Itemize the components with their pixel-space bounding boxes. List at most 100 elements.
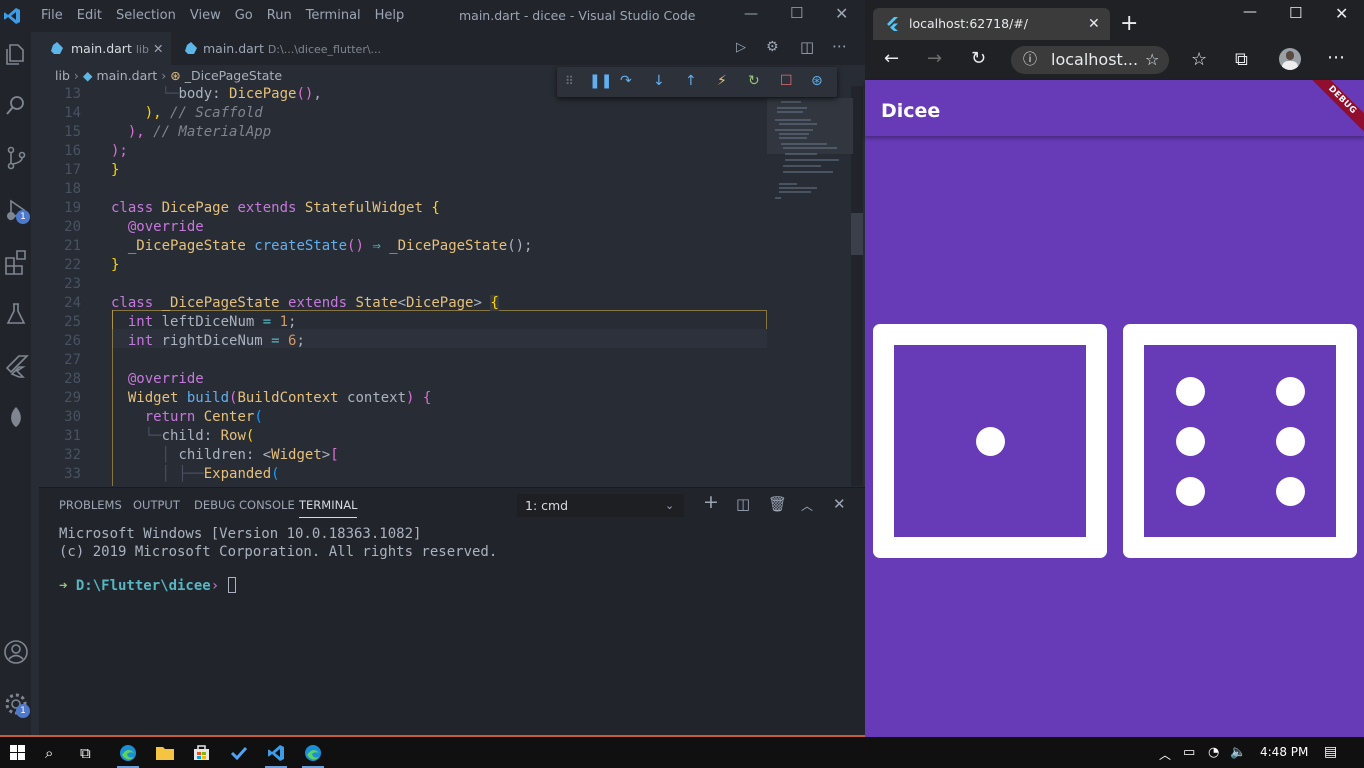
clock-time[interactable]: 4:48 PM — [1260, 745, 1308, 759]
tab-main-dart-flutter[interactable]: main.dart D:\...\dicee_flutter\... — [171, 32, 397, 65]
refresh-icon[interactable]: ↻ — [971, 48, 986, 69]
browser-tab[interactable]: localhost:62718/#/ ✕ — [873, 8, 1110, 40]
notifications-icon[interactable]: ▤ — [1324, 744, 1337, 760]
line-number: 23 — [64, 276, 81, 292]
line-number: 29 — [64, 390, 81, 406]
taskbar-search-icon[interactable]: ⌕ — [45, 744, 53, 762]
tab-problems[interactable]: PROBLEMS — [59, 498, 122, 512]
run-debug-gear-icon[interactable]: ⚙ — [766, 39, 779, 55]
extensions-icon[interactable] — [3, 249, 29, 275]
browser-close-button[interactable]: ✕ — [1335, 4, 1348, 23]
flutter-icon[interactable] — [3, 353, 29, 379]
wifi-icon[interactable]: ◔ — [1208, 745, 1219, 760]
file-explorer-icon[interactable] — [156, 745, 174, 760]
todo-icon[interactable] — [230, 744, 248, 762]
step-out-icon[interactable]: ↑ — [685, 73, 697, 89]
new-tab-icon[interactable]: + — [1120, 11, 1138, 36]
hot-reload-icon[interactable]: ⚡ — [717, 73, 727, 89]
favorites-icon[interactable]: ☆ — [1191, 49, 1207, 70]
browser-maximize-button[interactable]: ☐ — [1289, 4, 1302, 22]
windows-start-icon[interactable] — [10, 745, 25, 760]
source-control-icon[interactable] — [3, 145, 29, 171]
collections-icon[interactable]: ⧉ — [1235, 49, 1248, 70]
tab-debug-console[interactable]: DEBUG CONSOLE — [194, 498, 295, 512]
terminal-select-value: 1: cmd — [525, 498, 569, 513]
volume-icon[interactable]: 🔈 — [1230, 745, 1246, 760]
prompt-chevron-icon: › — [210, 578, 228, 594]
new-terminal-icon[interactable]: + — [703, 491, 719, 513]
code-line-22: } — [111, 257, 120, 273]
code-line-24: class _DicePageState extends State<DiceP… — [111, 295, 499, 311]
split-editor-icon[interactable]: ◫ — [800, 38, 814, 56]
forward-icon[interactable]: → — [927, 48, 942, 69]
menu-help[interactable]: Help — [368, 8, 412, 23]
menu-go[interactable]: Go — [228, 8, 260, 23]
menu-run[interactable]: Run — [260, 8, 299, 23]
store-icon[interactable] — [193, 744, 210, 761]
breadcrumb-symbol[interactable]: _DicePageState — [185, 68, 282, 83]
menu-selection[interactable]: Selection — [109, 8, 183, 23]
left-dice-button[interactable] — [873, 324, 1107, 558]
edge-beta-taskbar-icon[interactable] — [304, 744, 322, 762]
browser-minimize-button[interactable]: — — [1243, 4, 1257, 20]
split-terminal-icon[interactable]: ◫ — [736, 495, 750, 513]
menu-edit[interactable]: Edit — [70, 8, 109, 23]
terminal-output[interactable]: Microsoft Windows [Version 10.0.18363.10… — [59, 526, 497, 596]
vscode-logo-icon — [4, 8, 20, 24]
settings-more-icon[interactable]: ⋯ — [1327, 47, 1345, 68]
menu-view[interactable]: View — [183, 8, 228, 23]
show-hidden-icons-chevron-icon[interactable]: ︿ — [1159, 746, 1171, 763]
close-panel-icon[interactable]: ✕ — [833, 495, 846, 513]
vscode-taskbar-icon[interactable] — [267, 744, 285, 762]
breadcrumb-folder[interactable]: lib — [55, 68, 70, 83]
terminal-select[interactable]: 1: cmd ⌄ — [517, 494, 684, 517]
dice-pip — [1275, 476, 1305, 506]
search-icon[interactable] — [3, 93, 29, 119]
minimize-button[interactable]: — — [744, 6, 758, 22]
flutter-favicon-icon — [887, 17, 898, 31]
tab-output[interactable]: OUTPUT — [133, 498, 180, 512]
scrollbar-thumb[interactable] — [851, 213, 863, 255]
menu-terminal[interactable]: Terminal — [299, 8, 368, 23]
maximize-panel-chevron-up-icon[interactable]: ︿ — [801, 497, 813, 514]
dice-pip — [1175, 426, 1205, 456]
profile-avatar[interactable] — [1279, 48, 1301, 70]
address-bar[interactable]: ⓘ localhost... ☆ — [1011, 46, 1169, 74]
close-button[interactable]: ✕ — [835, 4, 848, 23]
tab-terminal[interactable]: TERMINAL — [299, 498, 358, 518]
edge-taskbar-icon[interactable] — [119, 744, 137, 762]
step-over-icon[interactable]: ↷ — [620, 73, 632, 89]
tab-close-icon[interactable]: ✕ — [1088, 8, 1100, 40]
testing-flask-icon[interactable] — [3, 301, 29, 327]
back-icon[interactable]: ← — [884, 48, 899, 69]
minimap[interactable] — [767, 98, 853, 206]
menu-file[interactable]: File — [34, 8, 70, 23]
kill-terminal-trash-icon[interactable]: 🗑 — [768, 495, 787, 513]
step-into-icon[interactable]: ↓ — [653, 73, 665, 89]
code-editor[interactable]: 13 14 15 16 17 18 19 20 21 22 23 24 25 26 27 28 29 30 31 32… — [39, 86, 865, 486]
site-info-icon[interactable]: ⓘ — [1023, 46, 1037, 74]
run-file-icon[interactable]: ▷ — [736, 40, 746, 55]
stop-icon[interactable]: ☐ — [780, 73, 793, 89]
breadcrumb-file[interactable]: main.dart — [96, 68, 157, 83]
battery-icon[interactable]: ▭ — [1183, 745, 1195, 760]
drag-handle-icon[interactable]: ⠿ — [565, 74, 574, 88]
code-line-25: int leftDiceNum = 1; — [127, 314, 297, 330]
devtools-icon[interactable]: ⊛ — [811, 73, 823, 89]
more-actions-icon[interactable]: ⋯ — [832, 37, 847, 55]
accounts-icon[interactable] — [3, 639, 29, 665]
favorite-star-icon[interactable]: ☆ — [1145, 46, 1159, 74]
code-line-19: class DicePage extends StatefulWidget { — [111, 200, 440, 216]
pause-icon[interactable]: ❚❚ — [589, 73, 612, 89]
tab-close-icon[interactable]: ✕ — [153, 32, 163, 65]
dart-file-icon — [51, 42, 63, 54]
code-line-17: } — [111, 162, 120, 178]
explorer-icon[interactable] — [3, 41, 29, 67]
mongodb-leaf-icon[interactable] — [3, 405, 29, 431]
line-number: 24 — [64, 295, 81, 311]
maximize-button[interactable]: ☐ — [790, 4, 803, 22]
restart-icon[interactable]: ↻ — [748, 73, 760, 89]
right-dice-button[interactable] — [1123, 324, 1357, 558]
task-view-icon[interactable]: ⧉ — [80, 744, 91, 762]
tab-main-dart-lib[interactable]: main.dart lib ✕ — [39, 32, 171, 65]
